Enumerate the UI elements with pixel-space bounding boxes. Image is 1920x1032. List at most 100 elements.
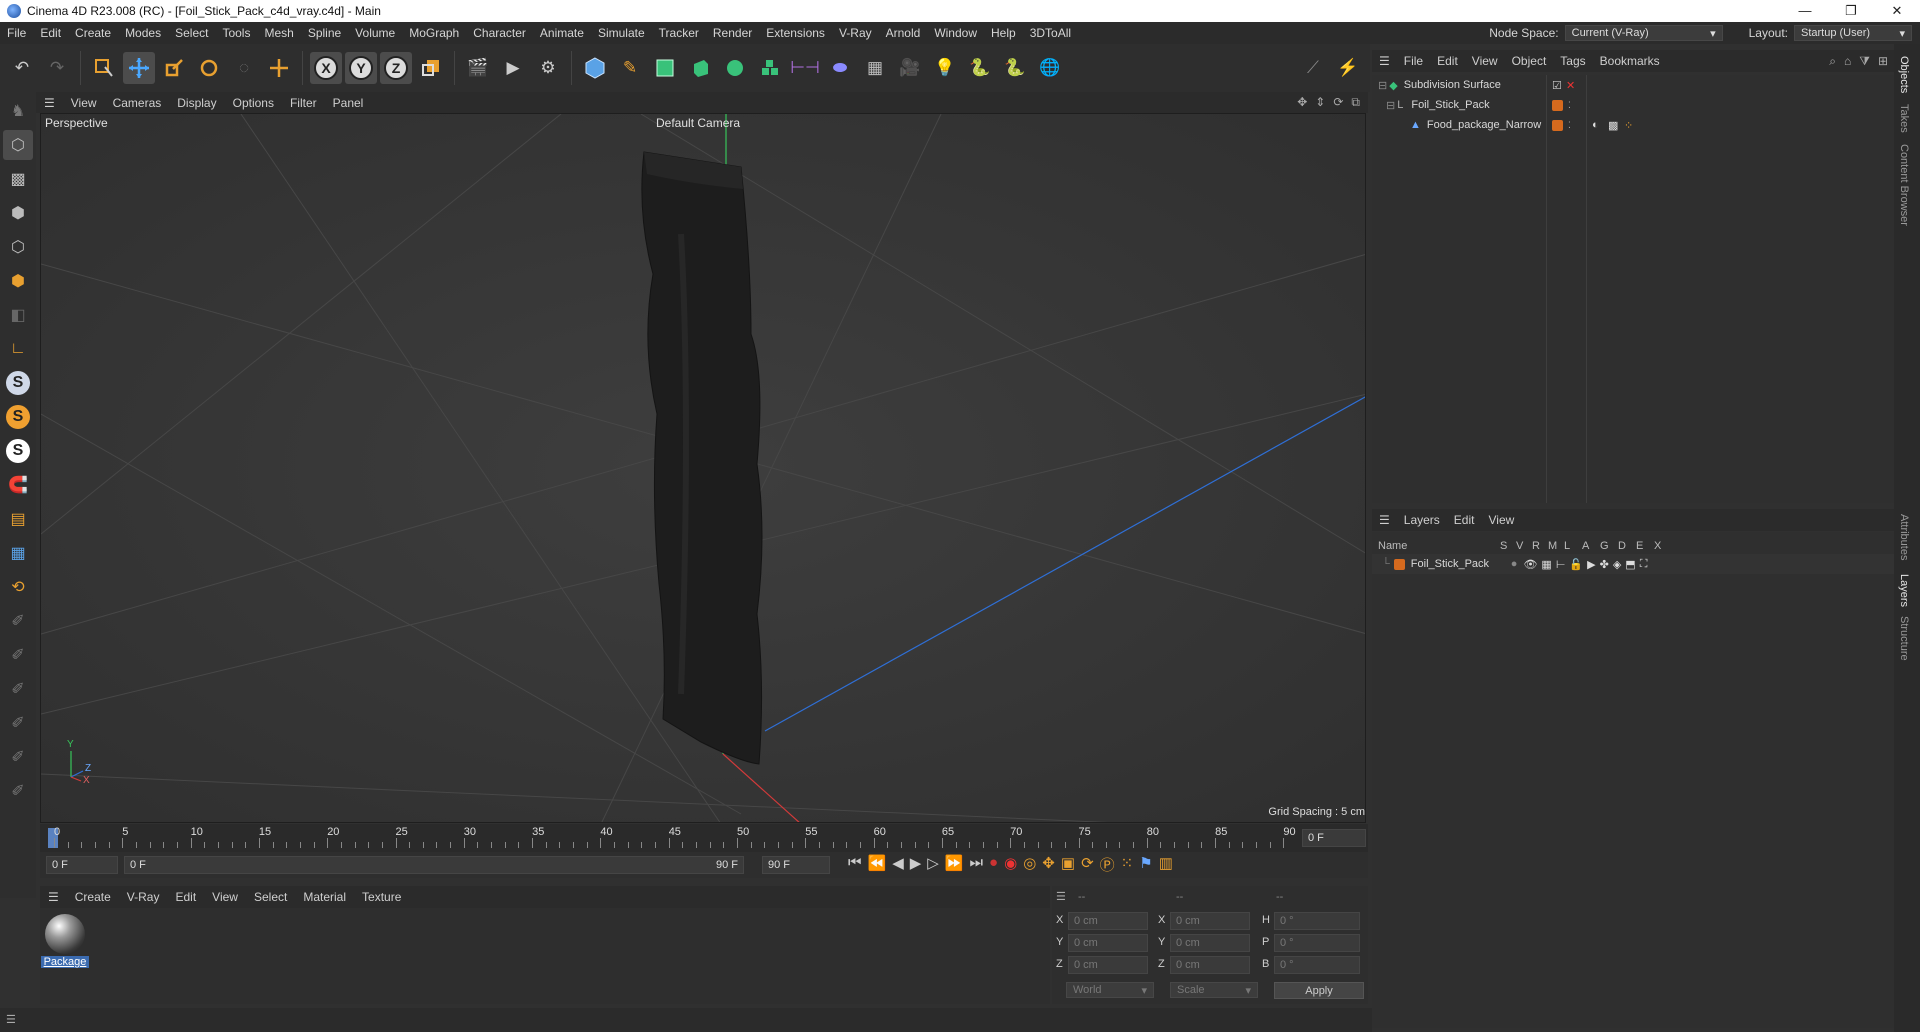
s-plugin-1-icon[interactable]: S bbox=[3, 368, 33, 398]
size-x-field[interactable]: 0 cm bbox=[1170, 912, 1250, 930]
camera-icon[interactable]: 🎥 bbox=[894, 52, 926, 84]
layers-menu-layers[interactable]: Layers bbox=[1397, 513, 1447, 527]
dolly-view-icon[interactable]: ⇕ bbox=[1315, 95, 1325, 110]
xref-icon[interactable]: ⛶ bbox=[1640, 558, 1648, 571]
collapse-icon[interactable]: ⊟ bbox=[1386, 99, 1395, 112]
rotate-tool-icon[interactable] bbox=[193, 52, 225, 84]
menu-mograph[interactable]: MoGraph bbox=[402, 26, 466, 40]
array-icon[interactable] bbox=[754, 52, 786, 84]
object-name[interactable]: Foil_Stick_Pack bbox=[1411, 99, 1489, 111]
web-globe-icon[interactable]: 🌐 bbox=[1034, 52, 1066, 84]
paint-tool-g-icon[interactable]: ✐ bbox=[3, 708, 33, 738]
material-menu-edit[interactable]: Edit bbox=[167, 890, 204, 904]
render-view-icon[interactable]: 🎬 bbox=[462, 52, 494, 84]
scale-tool-icon[interactable] bbox=[158, 52, 190, 84]
column-solo[interactable]: S bbox=[1500, 540, 1516, 552]
menu-3dtoall[interactable]: 3DToAll bbox=[1023, 26, 1078, 40]
s-plugin-2-icon[interactable]: S bbox=[3, 402, 33, 432]
menu-simulate[interactable]: Simulate bbox=[591, 26, 652, 40]
visibility-dots-icon[interactable]: ⁚ bbox=[1568, 120, 1571, 131]
light-icon[interactable]: 💡 bbox=[929, 52, 961, 84]
material-swatch[interactable]: Package bbox=[40, 914, 90, 968]
x-axis-lock-icon[interactable]: X bbox=[310, 52, 342, 84]
redo-icon[interactable]: ↷ bbox=[41, 52, 73, 84]
timeline-window-icon[interactable]: ▥ bbox=[1159, 854, 1173, 875]
viewport-menu-view[interactable]: View bbox=[63, 96, 105, 110]
hamburger-icon[interactable]: ☰ bbox=[6, 1013, 16, 1026]
pos-x-field[interactable]: 0 cm bbox=[1068, 912, 1148, 930]
hamburger-icon[interactable]: ☰ bbox=[1056, 890, 1066, 903]
go-to-start-icon[interactable]: ⏮ bbox=[848, 854, 862, 875]
object-row-foil-stick-pack[interactable]: ⊟ L Foil_Stick_Pack ⁚ bbox=[1372, 95, 1894, 115]
rot-b-field[interactable]: 0 ° bbox=[1274, 956, 1360, 974]
object-name[interactable]: Subdivision Surface bbox=[1404, 79, 1501, 91]
maximize-view-icon[interactable]: ⧉ bbox=[1351, 95, 1360, 110]
filter-icon[interactable]: ⧩ bbox=[1859, 54, 1870, 69]
viewport-menu-panel[interactable]: Panel bbox=[325, 96, 372, 110]
autokey-icon[interactable]: ◉ bbox=[1004, 854, 1017, 875]
end-frame-field[interactable]: 90 F bbox=[762, 856, 830, 874]
paint-tool-add-icon[interactable]: ✐ bbox=[3, 776, 33, 806]
pen-spline-icon[interactable]: ✎ bbox=[614, 52, 646, 84]
objects-menu-object[interactable]: Object bbox=[1505, 54, 1554, 68]
pan-view-icon[interactable]: ✥ bbox=[1297, 95, 1307, 110]
go-to-end-icon[interactable]: ⏭ bbox=[970, 854, 984, 875]
paint-tool-r-icon[interactable]: ✐ bbox=[3, 674, 33, 704]
menu-render[interactable]: Render bbox=[706, 26, 759, 40]
move-tool-icon[interactable] bbox=[123, 52, 155, 84]
home-icon[interactable]: ⌂ bbox=[1844, 54, 1851, 69]
viewport-menu-cameras[interactable]: Cameras bbox=[105, 96, 170, 110]
camera-label[interactable]: Default Camera bbox=[656, 116, 740, 130]
menu-animate[interactable]: Animate bbox=[533, 26, 591, 40]
pos-z-field[interactable]: 0 cm bbox=[1068, 956, 1148, 974]
object-row-subdivision-surface[interactable]: ⊟ ◆ Subdivision Surface ☑ ✕ bbox=[1372, 75, 1894, 95]
render-picture-viewer-icon[interactable]: ▶ bbox=[497, 52, 529, 84]
rot-p-field[interactable]: 0 ° bbox=[1274, 934, 1360, 952]
menu-file[interactable]: File bbox=[0, 26, 33, 40]
pos-y-field[interactable]: 0 cm bbox=[1068, 934, 1148, 952]
menu-spline[interactable]: Spline bbox=[301, 26, 348, 40]
edges-mode-icon[interactable]: ⬡ bbox=[3, 232, 33, 262]
transform-tool-icon[interactable] bbox=[263, 52, 295, 84]
objects-menu-tags[interactable]: Tags bbox=[1553, 54, 1592, 68]
model-mode-icon[interactable]: ♞ bbox=[3, 96, 33, 126]
new-window-icon[interactable]: ⊞ bbox=[1878, 54, 1888, 69]
coordinate-system-icon[interactable] bbox=[415, 52, 447, 84]
viewport-menu-options[interactable]: Options bbox=[225, 96, 282, 110]
deformer-icon[interactable]: ⊢⊣ bbox=[789, 52, 821, 84]
extrude-generator-icon[interactable] bbox=[684, 52, 716, 84]
viewport-menu-display[interactable]: Display bbox=[169, 96, 224, 110]
disabled-x-icon[interactable]: ✕ bbox=[1566, 79, 1575, 92]
tab-structure[interactable]: Structure bbox=[1898, 616, 1910, 661]
material-menu-texture[interactable]: Texture bbox=[354, 890, 409, 904]
menu-extensions[interactable]: Extensions bbox=[759, 26, 832, 40]
column-expressions[interactable]: E bbox=[1636, 540, 1654, 552]
lock-icon[interactable]: 🔓 bbox=[1569, 558, 1583, 571]
coordinate-space-dropdown[interactable]: World ▾ bbox=[1066, 982, 1154, 998]
minimize-button[interactable]: — bbox=[1782, 3, 1828, 19]
keyframe-selection-icon[interactable]: ◎ bbox=[1023, 854, 1036, 875]
layer-row-foil-stick-pack[interactable]: └ Foil_Stick_Pack ● 👁 ▦ ⊢ 🔓 ▶ ✤ ◈ ⬒ ⛶ bbox=[1372, 554, 1894, 574]
eye-icon[interactable]: 👁 bbox=[1523, 558, 1537, 571]
rotate-view-icon[interactable]: ⟳ bbox=[1333, 95, 1343, 110]
column-render[interactable]: R bbox=[1532, 540, 1548, 552]
rotation-key-icon[interactable]: ⟳ bbox=[1081, 854, 1094, 875]
cloner-icon[interactable] bbox=[719, 52, 751, 84]
collapse-icon[interactable]: ⊟ bbox=[1378, 79, 1387, 92]
edit-check-icon[interactable]: ☑ bbox=[1552, 79, 1562, 92]
floor-icon[interactable]: ▦ bbox=[859, 52, 891, 84]
object-name[interactable]: Food_package_Narrow bbox=[1427, 119, 1541, 131]
hamburger-icon[interactable]: ☰ bbox=[36, 96, 63, 110]
hamburger-icon[interactable]: ☰ bbox=[1372, 513, 1397, 527]
menu-select[interactable]: Select bbox=[168, 26, 215, 40]
expression-icon[interactable]: ⬒ bbox=[1625, 558, 1635, 571]
column-xrefs[interactable]: X bbox=[1654, 540, 1672, 552]
object-mode-icon[interactable]: ⬡ bbox=[3, 130, 33, 160]
material-tag-icon[interactable]: ◐ bbox=[1592, 119, 1599, 131]
polygons-mode-icon[interactable]: ⬢ bbox=[3, 266, 33, 296]
play-icon[interactable]: ▶ bbox=[910, 854, 922, 875]
manager-tree-icon[interactable]: ⊢ bbox=[1556, 558, 1566, 571]
locked-workplane-icon[interactable]: ⟲ bbox=[3, 572, 33, 602]
material-name[interactable]: Package bbox=[40, 956, 90, 968]
points-mode-icon[interactable]: ⬢ bbox=[3, 198, 33, 228]
